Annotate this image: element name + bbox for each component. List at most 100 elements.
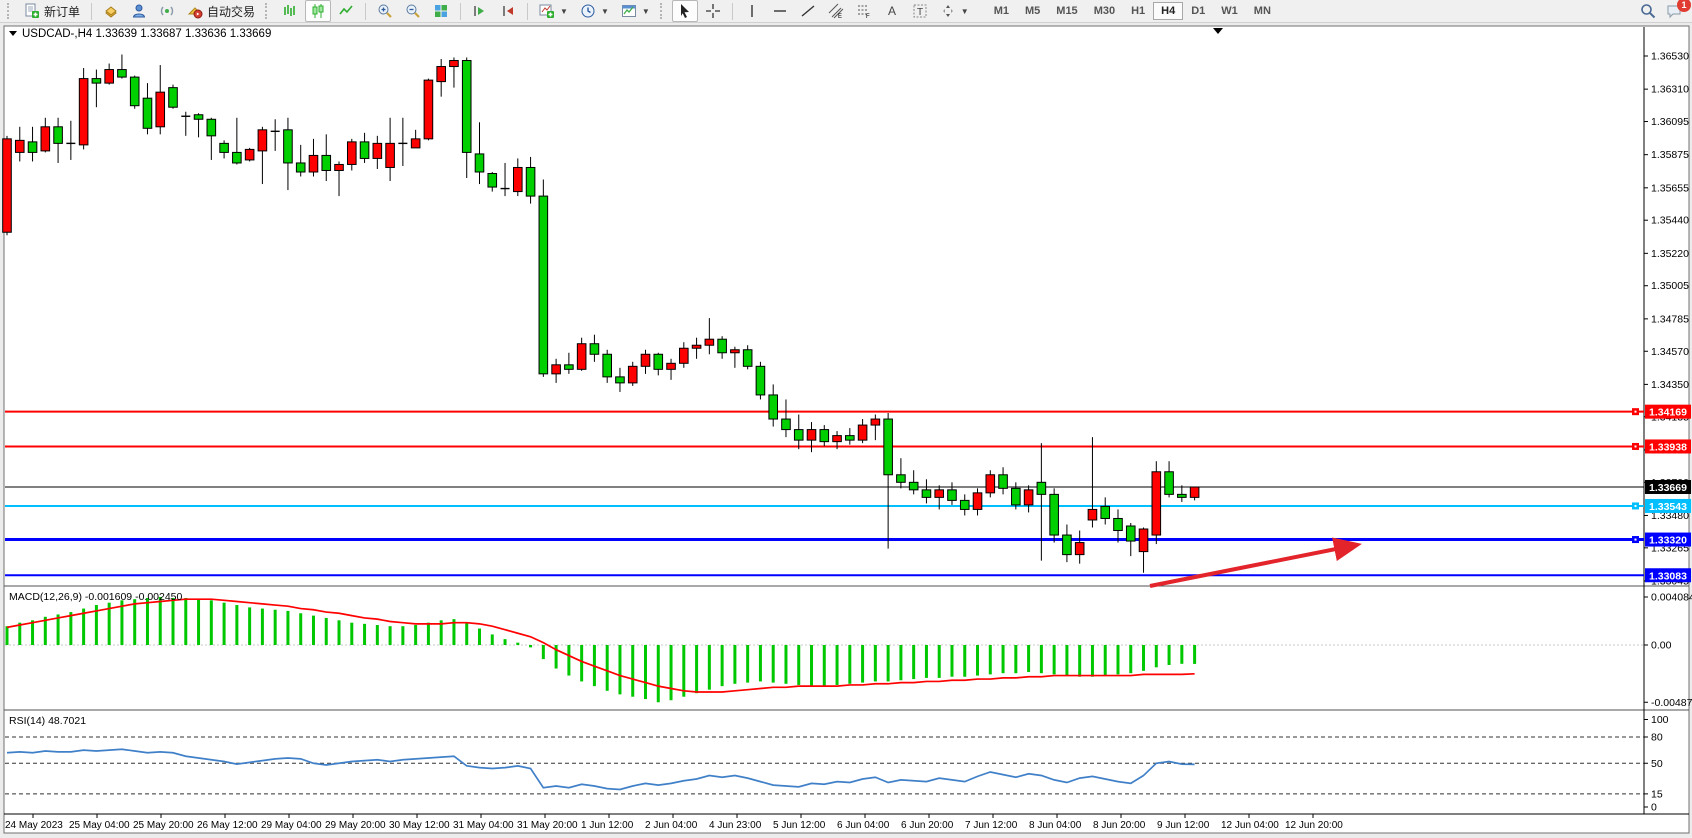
candle-body xyxy=(309,155,318,172)
macd-bar xyxy=(950,645,953,677)
candle-body xyxy=(386,143,395,167)
candle-body xyxy=(1075,543,1084,555)
candle-body xyxy=(1114,518,1123,530)
price-line-badge-label: 1.33543 xyxy=(1649,501,1687,513)
macd-bar xyxy=(286,611,289,645)
candle-body xyxy=(424,80,433,139)
macd-bar xyxy=(657,645,660,702)
date-label: 2 Jun 04:00 xyxy=(645,820,698,831)
macd-bar xyxy=(363,624,366,645)
candle-body xyxy=(718,339,727,353)
macd-bar xyxy=(1078,645,1081,677)
macd-bar xyxy=(618,645,621,694)
candle-body xyxy=(731,350,740,353)
macd-bar xyxy=(414,625,417,645)
date-label: 8 Jun 20:00 xyxy=(1093,820,1146,831)
rsi-axis-label: 50 xyxy=(1651,758,1663,770)
macd-bar xyxy=(733,645,736,684)
candle-body xyxy=(577,344,586,370)
price-axis-label: 1.35220 xyxy=(1651,248,1689,260)
price-axis-label: 1.34350 xyxy=(1651,379,1689,391)
macd-bar xyxy=(325,618,328,645)
candle-body xyxy=(156,92,165,127)
date-label: 8 Jun 04:00 xyxy=(1029,820,1082,831)
macd-bar xyxy=(6,626,9,645)
candle-body xyxy=(935,490,944,498)
candle-body xyxy=(654,354,663,369)
macd-bar xyxy=(350,623,353,645)
macd-bar xyxy=(146,598,149,645)
price-axis-label: 1.36095 xyxy=(1651,116,1689,128)
macd-label: MACD(12,26,9) -0.001609 -0.002450 xyxy=(9,591,183,603)
macd-bar xyxy=(925,645,928,678)
price-line-badge-label: 1.33938 xyxy=(1649,441,1687,453)
chart-frame xyxy=(4,26,1689,833)
candle-body xyxy=(871,419,880,425)
macd-bar xyxy=(504,639,507,645)
candle-body xyxy=(590,344,599,355)
macd-bar xyxy=(1027,645,1030,672)
macd-bar xyxy=(172,598,175,645)
price-line-badge-label: 1.33669 xyxy=(1649,482,1687,494)
macd-bar xyxy=(708,645,711,690)
candle-body xyxy=(3,139,12,232)
macd-bar xyxy=(312,616,315,645)
macd-bar xyxy=(1168,645,1171,665)
candle-body xyxy=(909,482,918,490)
macd-bar xyxy=(797,645,800,685)
candle-body xyxy=(28,142,37,153)
macd-bar xyxy=(427,623,430,645)
candle-body xyxy=(1037,482,1046,494)
macd-bar xyxy=(1040,645,1043,673)
candle-body xyxy=(884,419,893,475)
candle-body xyxy=(1126,526,1135,541)
candle-body xyxy=(986,475,995,493)
candle-body xyxy=(973,493,982,510)
date-label: 7 Jun 12:00 xyxy=(965,820,1018,831)
date-label: 29 May 04:00 xyxy=(261,820,322,831)
macd-bar xyxy=(516,643,519,645)
date-label: 25 May 20:00 xyxy=(133,820,194,831)
price-axis-label: 1.34785 xyxy=(1651,313,1689,325)
rsi-label: RSI(14) 48.7021 xyxy=(9,715,86,727)
date-label: 12 Jun 04:00 xyxy=(1221,820,1279,831)
candle-body xyxy=(1024,490,1033,505)
date-label: 26 May 12:00 xyxy=(197,820,258,831)
date-label: 12 Jun 20:00 xyxy=(1285,820,1343,831)
candle-body xyxy=(794,430,803,441)
candle-body xyxy=(130,77,139,106)
price-axis-label: 1.36530 xyxy=(1651,51,1689,63)
macd-bar xyxy=(274,610,277,645)
candle-body xyxy=(143,98,152,128)
macd-bar xyxy=(338,620,341,645)
candle-body xyxy=(411,139,420,148)
candle-body xyxy=(705,339,714,345)
macd-bar xyxy=(1180,645,1183,664)
macd-bar xyxy=(784,645,787,684)
candle-body xyxy=(1165,472,1174,495)
candle-body xyxy=(756,366,765,395)
line-handle-dot xyxy=(1635,539,1637,541)
candle-body xyxy=(92,79,101,84)
candle-body xyxy=(79,79,88,145)
macd-bar xyxy=(759,645,762,681)
macd-bar xyxy=(261,609,264,645)
candle-body xyxy=(360,142,369,159)
macd-bar xyxy=(248,607,251,645)
macd-bar xyxy=(810,645,813,686)
macd-bar xyxy=(69,612,72,645)
candle-body xyxy=(169,88,178,108)
macd-bar xyxy=(899,645,902,680)
macd-bar xyxy=(57,614,60,645)
macd-bar xyxy=(746,645,749,683)
macd-bar xyxy=(1193,645,1196,664)
candle-body xyxy=(41,127,50,151)
candle-body xyxy=(692,345,701,348)
candle-body xyxy=(948,490,957,501)
candle-body xyxy=(258,130,267,151)
macd-bar xyxy=(235,605,238,645)
macd-bar xyxy=(159,597,162,645)
candle-body xyxy=(1012,488,1021,505)
candle-body xyxy=(373,143,382,158)
candle-body xyxy=(1152,472,1161,535)
